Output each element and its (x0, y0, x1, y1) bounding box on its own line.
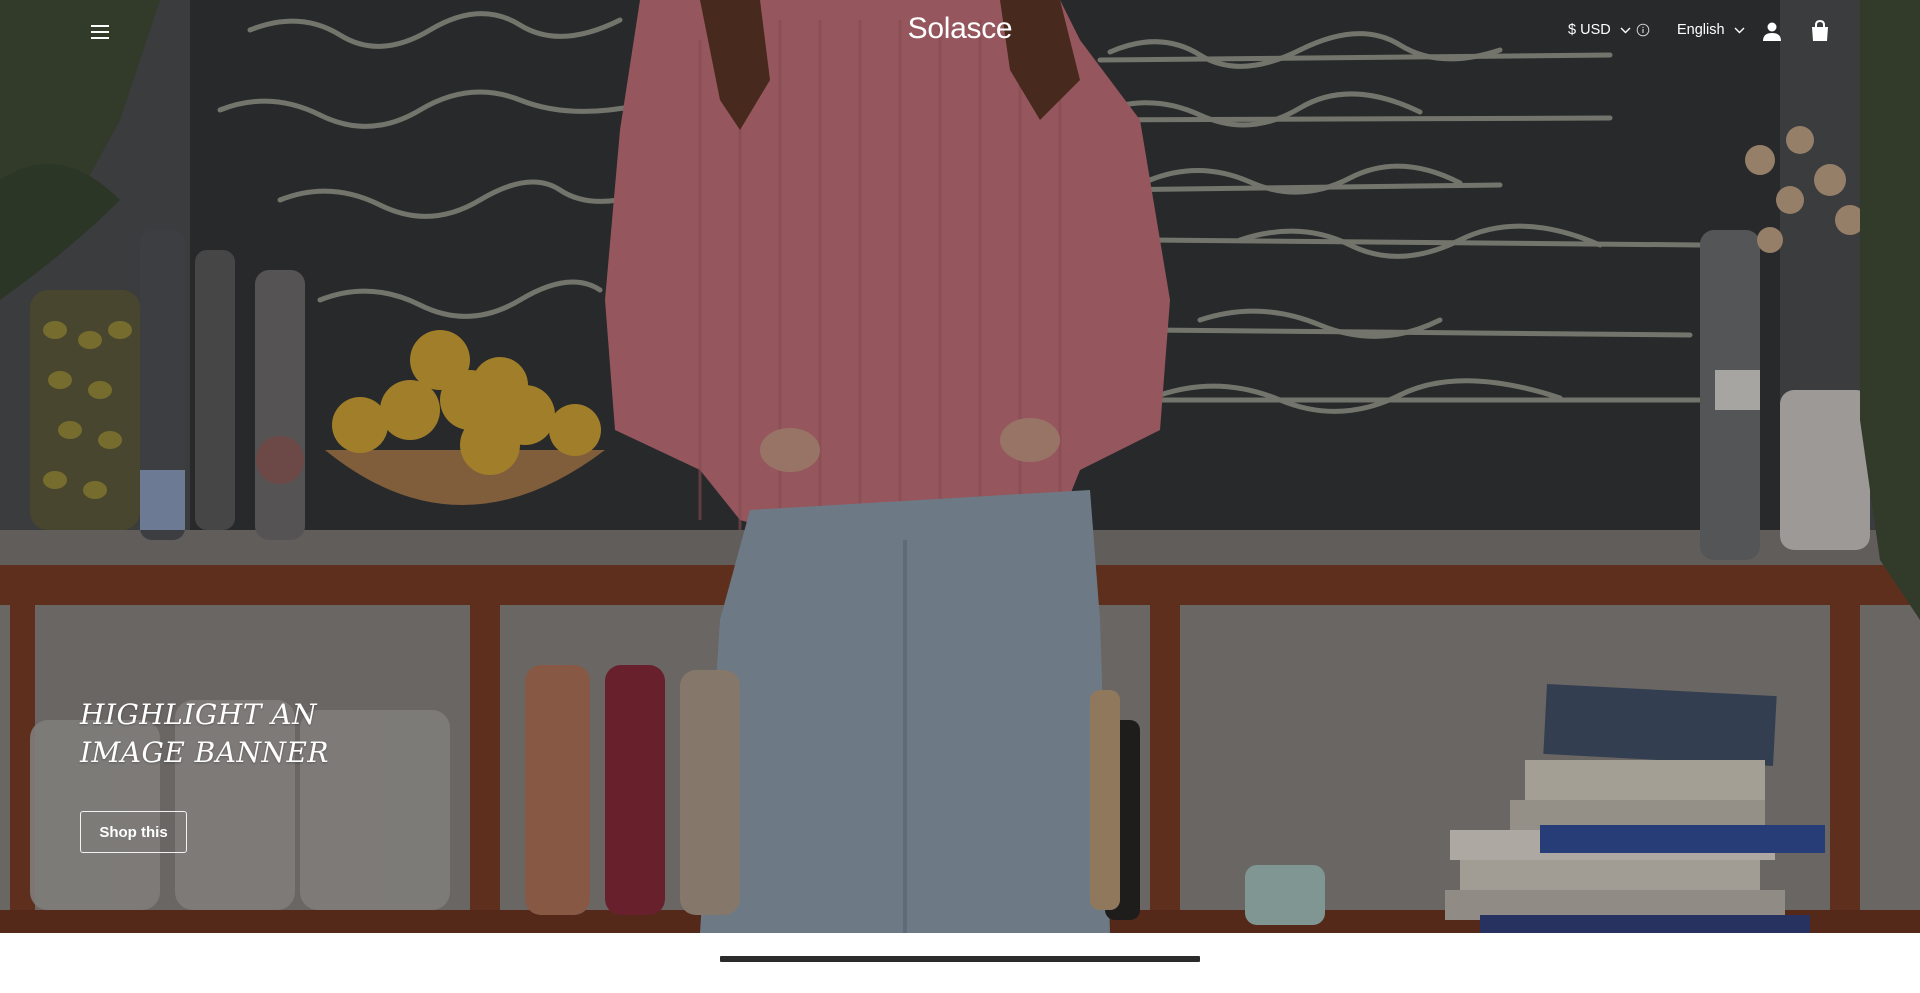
banner-heading: HIGHLIGHT AN IMAGE BANNER (80, 696, 440, 772)
hamburger-menu-icon (91, 25, 109, 39)
currency-selector[interactable]: $ USD (1568, 22, 1631, 38)
slide-progress-bar[interactable] (720, 956, 1200, 962)
chevron-down-icon (1734, 27, 1745, 33)
language-label: English (1677, 22, 1725, 38)
brand-logo[interactable]: Solasce (908, 12, 1013, 45)
hero-banner (0, 0, 1920, 933)
language-selector[interactable]: English (1677, 22, 1745, 38)
banner-heading-line1: HIGHLIGHT AN (80, 698, 317, 731)
banner-heading-line2: IMAGE BANNER (80, 736, 329, 769)
site-header: Solasce $ USD English (0, 0, 1920, 64)
brand-logo-container: Solasce (0, 12, 1920, 46)
hamburger-menu-button[interactable] (86, 20, 114, 44)
info-icon[interactable] (1636, 23, 1650, 37)
shopping-bag-icon[interactable] (1808, 19, 1832, 43)
currency-label: $ USD (1568, 22, 1611, 38)
hero-image-overlay (0, 0, 1920, 933)
shop-this-button[interactable]: Shop this (80, 811, 187, 853)
chevron-down-icon (1620, 27, 1631, 33)
account-icon[interactable] (1760, 20, 1784, 44)
